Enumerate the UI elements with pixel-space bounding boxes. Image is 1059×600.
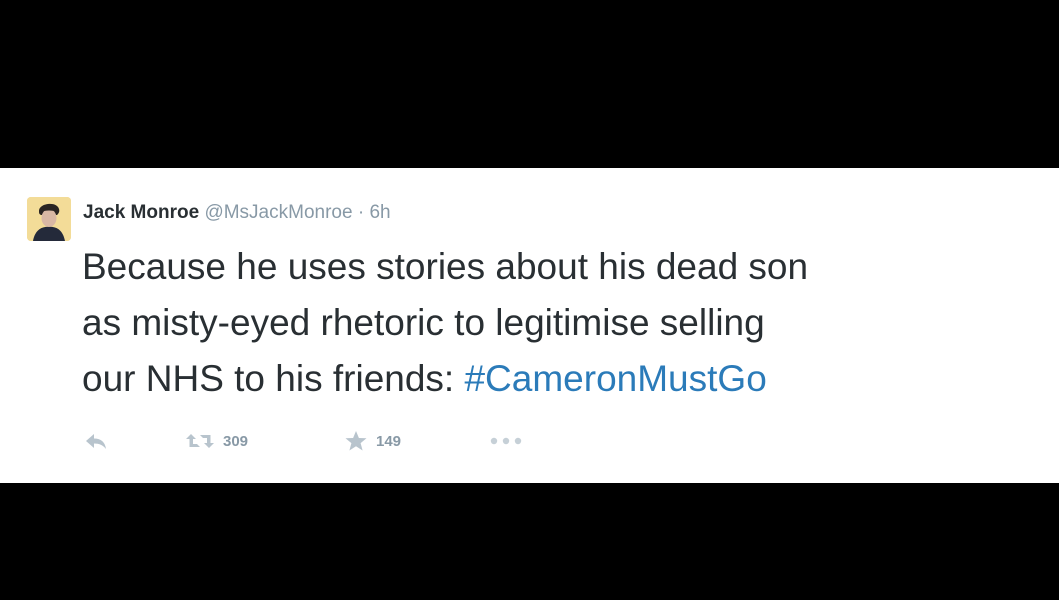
- tweet-text: Because he uses stories about his dead s…: [82, 239, 1042, 407]
- star-icon: [344, 430, 368, 452]
- retweet-icon: [185, 431, 215, 451]
- tweet-text-line-3: our NHS to his friends:: [82, 358, 465, 399]
- header-separator: ·: [357, 202, 365, 223]
- timestamp[interactable]: 6h: [369, 202, 390, 223]
- reply-button[interactable]: [84, 428, 108, 454]
- hashtag-link[interactable]: #CameronMustGo: [464, 358, 766, 399]
- ellipsis-icon: [489, 436, 523, 446]
- favorite-count: 149: [376, 432, 402, 450]
- retweet-button[interactable]: 309: [185, 428, 248, 454]
- tweet-actions: 309 149: [84, 428, 584, 454]
- avatar[interactable]: [27, 197, 71, 241]
- retweet-count: 309: [223, 432, 249, 450]
- reply-arrow-icon: [84, 431, 108, 451]
- author-name[interactable]: Jack Monroe: [83, 202, 199, 223]
- letterbox-top: [0, 0, 1059, 168]
- letterbox-bottom: [0, 483, 1059, 600]
- tweet-text-line-1: Because he uses stories about his dead s…: [82, 246, 809, 287]
- more-options-button[interactable]: [489, 428, 523, 454]
- author-handle[interactable]: @MsJackMonroe: [204, 202, 352, 223]
- tweet-header: Jack Monroe @MsJackMonroe · 6h: [83, 202, 391, 224]
- tweet-text-line-2: as misty-eyed rhetoric to legitimise sel…: [82, 302, 765, 343]
- favorite-button[interactable]: 149: [344, 428, 401, 454]
